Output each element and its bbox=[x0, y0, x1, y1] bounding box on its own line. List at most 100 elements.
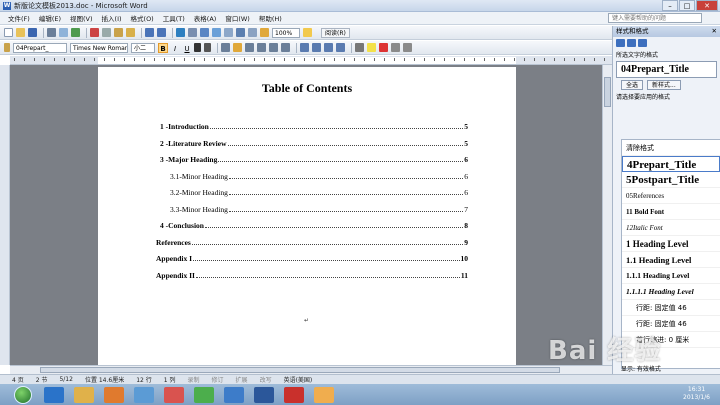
underline-button[interactable]: U bbox=[182, 43, 192, 53]
document-map-icon[interactable] bbox=[248, 28, 257, 37]
back-arrow-icon[interactable] bbox=[616, 38, 625, 47]
cut-icon[interactable] bbox=[90, 28, 99, 37]
app-icon[interactable] bbox=[134, 386, 154, 403]
style-item[interactable]: 1 Heading Level bbox=[622, 236, 720, 252]
style-item[interactable]: 行距: 固定值 46 bbox=[622, 300, 720, 316]
menu-file[interactable]: 文件(F) bbox=[8, 13, 30, 23]
vertical-scroll-thumb[interactable] bbox=[604, 77, 611, 107]
char-scale-icon[interactable] bbox=[204, 43, 211, 52]
paste-icon[interactable] bbox=[114, 28, 123, 37]
format-painter-icon[interactable] bbox=[126, 28, 135, 37]
toc-entry[interactable]: 2 -Literature Review 5 bbox=[160, 138, 468, 148]
app-icon[interactable] bbox=[284, 386, 304, 403]
align-center-icon[interactable] bbox=[233, 43, 242, 52]
tables-borders-icon[interactable] bbox=[188, 28, 197, 37]
menu-format[interactable]: 格式(O) bbox=[131, 13, 154, 23]
read-mode-button[interactable]: 阅读(R) bbox=[321, 27, 350, 38]
media-player-icon[interactable] bbox=[104, 386, 124, 403]
numbering-icon[interactable] bbox=[300, 43, 309, 52]
help-search-input[interactable]: 键入需要帮助的问题 bbox=[608, 13, 702, 23]
minimize-button[interactable]: – bbox=[662, 0, 678, 11]
styles-pane-icon[interactable] bbox=[4, 43, 10, 52]
enclose-characters-icon[interactable] bbox=[403, 43, 412, 52]
vertical-ruler[interactable] bbox=[0, 65, 10, 365]
style-item[interactable]: 4Prepart_Title bbox=[622, 156, 720, 172]
insert-table-icon[interactable] bbox=[200, 28, 209, 37]
line-spacing-icon[interactable] bbox=[281, 43, 290, 52]
redo-icon[interactable] bbox=[157, 28, 166, 37]
menu-insert[interactable]: 插入(I) bbox=[102, 13, 122, 23]
align-left-icon[interactable] bbox=[221, 43, 230, 52]
style-item[interactable]: 5Postpart_Title bbox=[622, 172, 720, 188]
hyperlink-icon[interactable] bbox=[176, 28, 185, 37]
undo-icon[interactable] bbox=[145, 28, 154, 37]
justify-icon[interactable] bbox=[257, 43, 266, 52]
toc-entry[interactable]: Appendix I 10 bbox=[156, 253, 468, 263]
bullets-icon[interactable] bbox=[312, 43, 321, 52]
menu-edit[interactable]: 编辑(E) bbox=[39, 13, 61, 23]
increase-indent-icon[interactable] bbox=[336, 43, 345, 52]
start-button-icon[interactable] bbox=[14, 385, 32, 404]
help-icon[interactable] bbox=[303, 28, 312, 37]
toc-entry[interactable]: 3.3-Minor Heading 7 bbox=[170, 204, 468, 214]
select-all-button[interactable]: 全选 bbox=[621, 80, 644, 90]
close-button[interactable]: ✕ bbox=[696, 0, 718, 11]
decrease-indent-icon[interactable] bbox=[324, 43, 333, 52]
highlight-icon[interactable] bbox=[367, 43, 376, 52]
insert-excel-icon[interactable] bbox=[212, 28, 221, 37]
menu-view[interactable]: 视图(V) bbox=[70, 13, 93, 23]
horizontal-ruler[interactable] bbox=[10, 56, 612, 65]
document-page[interactable]: Table of Contents 1 -Introduction 5 2 -Li… bbox=[98, 67, 516, 365]
align-right-icon[interactable] bbox=[245, 43, 254, 52]
app-icon[interactable] bbox=[224, 386, 244, 403]
menu-table[interactable]: 表格(A) bbox=[194, 13, 217, 23]
toc-entry[interactable]: References 9 bbox=[156, 237, 468, 247]
style-select[interactable]: 04Prepart_ bbox=[13, 42, 67, 53]
font-select[interactable]: Times New Roman bbox=[70, 42, 128, 53]
spelling-icon[interactable] bbox=[71, 28, 80, 37]
app-icon[interactable] bbox=[194, 386, 214, 403]
toc-entry[interactable]: 1 -Introduction 5 bbox=[160, 121, 468, 131]
forward-arrow-icon[interactable] bbox=[627, 38, 636, 47]
phonetic-guide-icon[interactable] bbox=[391, 43, 400, 52]
print-icon[interactable] bbox=[47, 28, 56, 37]
status-track[interactable]: 修订 bbox=[212, 375, 224, 384]
toc-entry[interactable]: Appendix II 11 bbox=[156, 270, 468, 280]
italic-button[interactable]: I bbox=[170, 43, 180, 53]
status-record[interactable]: 录制 bbox=[188, 375, 200, 384]
vertical-scrollbar[interactable] bbox=[602, 65, 612, 365]
toc-entry[interactable]: 4 -Conclusion 8 bbox=[160, 220, 468, 230]
menu-window[interactable]: 窗口(W) bbox=[225, 13, 250, 23]
zoom-select[interactable]: 100% bbox=[272, 27, 300, 38]
style-item[interactable]: 1.1 Heading Level bbox=[622, 252, 720, 268]
save-icon[interactable] bbox=[28, 28, 37, 37]
style-item[interactable]: 11 Bold Font bbox=[622, 204, 720, 220]
copy-icon[interactable] bbox=[102, 28, 111, 37]
toc-entry[interactable]: 3.1-Minor Heading 6 bbox=[170, 171, 468, 181]
app-icon[interactable] bbox=[164, 386, 184, 403]
outside-border-icon[interactable] bbox=[355, 43, 364, 52]
distribute-icon[interactable] bbox=[269, 43, 278, 52]
font-color-icon[interactable] bbox=[379, 43, 388, 52]
style-item[interactable]: 清除格式 bbox=[622, 140, 720, 156]
status-language[interactable]: 英语(美国) bbox=[284, 375, 313, 384]
system-clock[interactable]: 16:31 2013/1/6 bbox=[683, 386, 710, 402]
drawing-icon[interactable] bbox=[236, 28, 245, 37]
toc-entry[interactable]: 3.2-Minor Heading 6 bbox=[170, 187, 468, 197]
status-overtype[interactable]: 改写 bbox=[260, 375, 272, 384]
menu-help[interactable]: 帮助(H) bbox=[259, 13, 282, 23]
word-app-icon[interactable]: W bbox=[3, 1, 11, 10]
status-extend[interactable]: 扩展 bbox=[236, 375, 248, 384]
print-preview-icon[interactable] bbox=[59, 28, 68, 37]
explorer-folder-icon[interactable] bbox=[74, 386, 94, 403]
menu-tools[interactable]: 工具(T) bbox=[163, 13, 185, 23]
char-border-icon[interactable] bbox=[194, 43, 201, 52]
current-style-box[interactable]: 04Prepart_Title bbox=[616, 61, 717, 78]
style-item[interactable]: 12Italic Font bbox=[622, 220, 720, 236]
new-document-icon[interactable] bbox=[4, 28, 13, 37]
show-hide-icon[interactable] bbox=[260, 28, 269, 37]
style-item[interactable]: 05References bbox=[622, 188, 720, 204]
style-item[interactable]: 1.1.1.1 Heading Level bbox=[622, 284, 720, 300]
maximize-button[interactable]: □ bbox=[679, 0, 695, 11]
open-folder-icon[interactable] bbox=[16, 28, 25, 37]
